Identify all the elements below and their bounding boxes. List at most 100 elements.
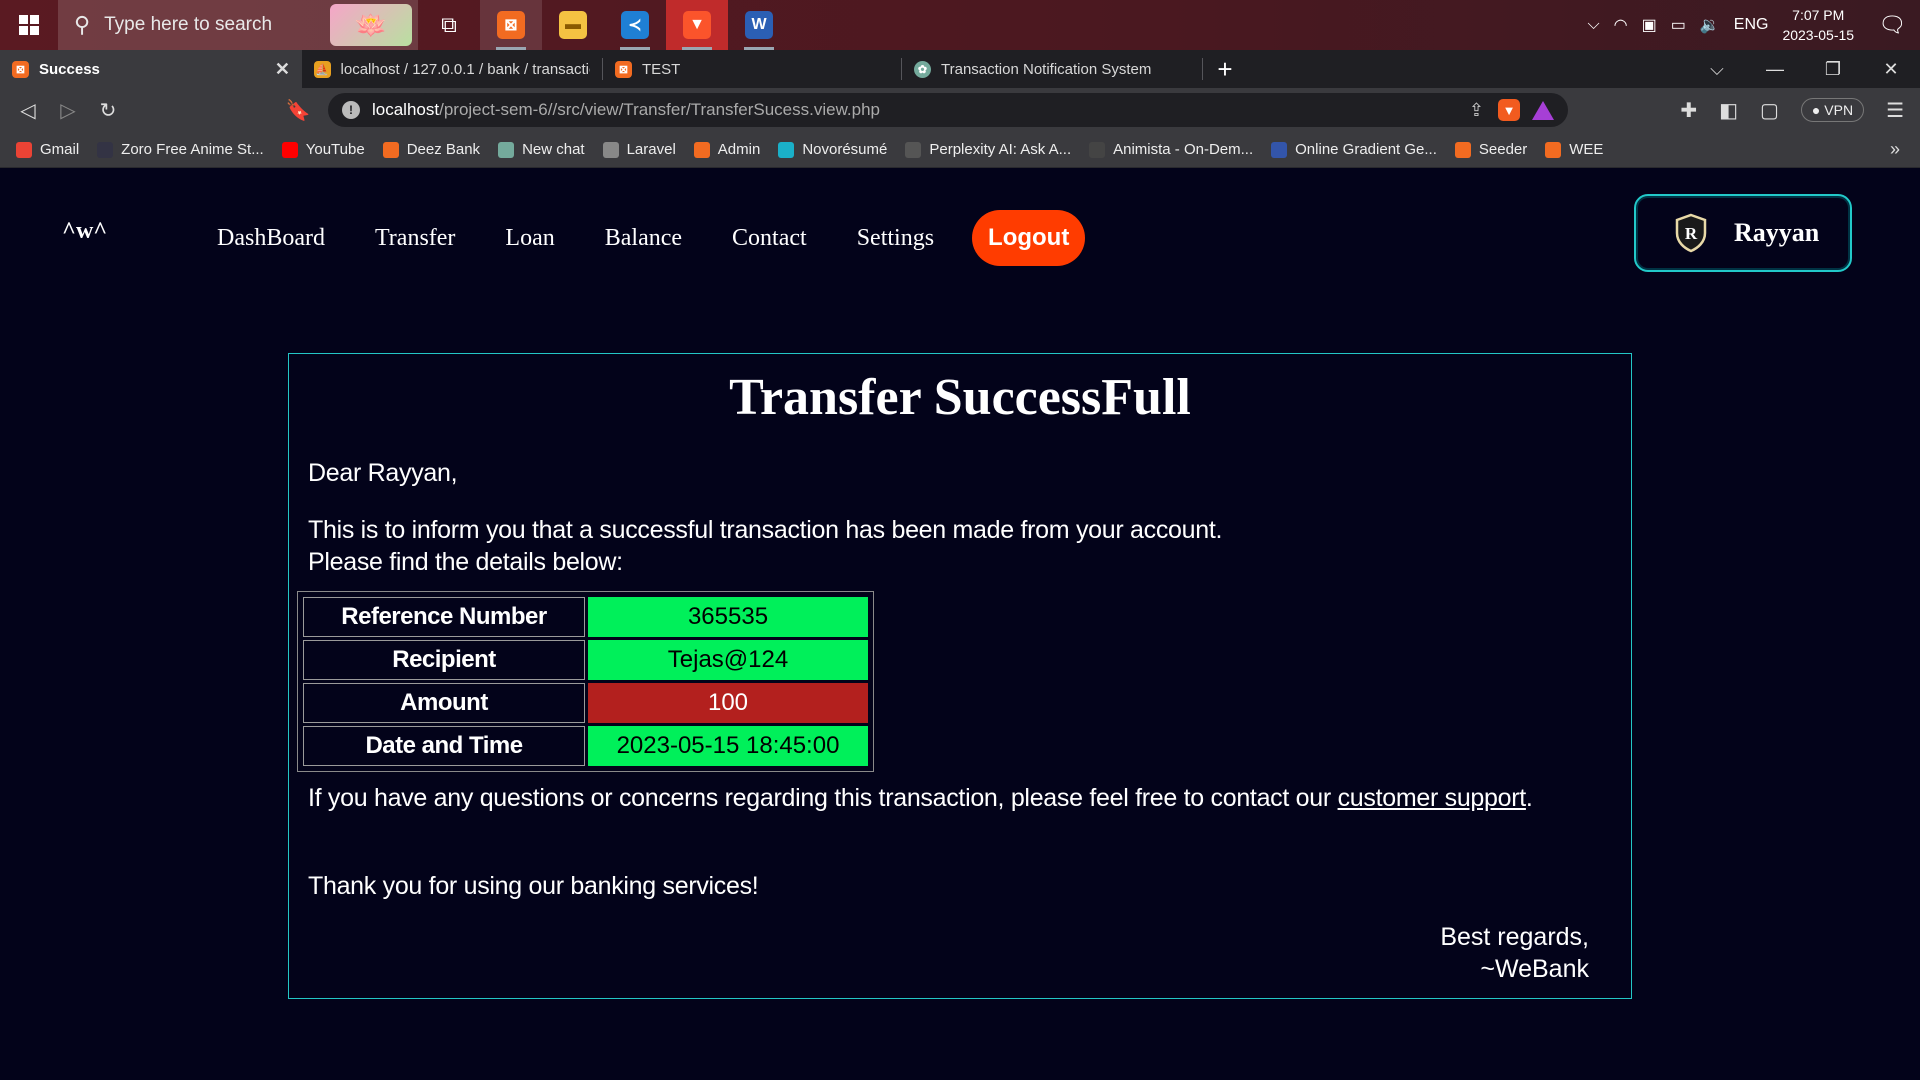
nav-loan[interactable]: Loan bbox=[505, 225, 554, 252]
nav-transfer[interactable]: Transfer bbox=[375, 225, 455, 252]
bookmark-favicon-icon bbox=[1089, 141, 1106, 158]
tab-test[interactable]: ⊠ TEST bbox=[603, 50, 901, 88]
bookmark-item[interactable]: Gmail bbox=[16, 141, 79, 158]
bookmark-item[interactable]: Animista - On-Dem... bbox=[1089, 141, 1253, 158]
bookmark-label: Zoro Free Anime St... bbox=[121, 141, 264, 158]
customer-support-link[interactable]: customer support bbox=[1338, 784, 1527, 812]
taskbar-vscode[interactable]: ≺ bbox=[604, 0, 666, 50]
detail-key: Date and Time bbox=[303, 726, 585, 766]
url-input[interactable]: ! localhost /project-sem-6//src/view/Tra… bbox=[328, 93, 1568, 127]
new-tab-button[interactable]: + bbox=[1203, 50, 1247, 88]
tab-search-chevron-icon[interactable]: ⌵ bbox=[1688, 59, 1746, 80]
site-info-icon[interactable]: ! bbox=[342, 101, 360, 119]
tab-success[interactable]: ⊠ Success ✕ bbox=[0, 50, 302, 88]
webpage: ^w^ DashBoard Transfer Loan Balance Cont… bbox=[0, 168, 1920, 1080]
bookmark-label: Animista - On-Dem... bbox=[1113, 141, 1254, 158]
bookmark-item[interactable]: Seeder bbox=[1454, 141, 1527, 158]
share-icon[interactable]: ⇪ bbox=[1469, 100, 1484, 121]
bookmark-item[interactable]: Perplexity AI: Ask A... bbox=[905, 141, 1071, 158]
bookmark-item[interactable]: Zoro Free Anime St... bbox=[97, 141, 264, 158]
brave-shields-icon[interactable]: ▼ bbox=[1498, 99, 1520, 121]
greeting-text: Dear Rayyan, bbox=[308, 459, 458, 487]
vscode-icon: ≺ bbox=[621, 11, 649, 39]
vpn-label: VPN bbox=[1824, 102, 1854, 118]
tab-label: Success bbox=[39, 60, 100, 78]
xampp-icon: ⊠ bbox=[497, 11, 525, 39]
vpn-button[interactable]: ● VPN bbox=[1800, 98, 1865, 122]
taskbar-search[interactable]: ⚲ Type here to search 🪷 bbox=[58, 0, 418, 50]
bookmark-favicon-icon bbox=[498, 141, 515, 158]
clock[interactable]: 7:07 PM 2023-05-15 bbox=[1782, 5, 1854, 45]
address-toolbar: ◁ ▷ ↻ 🔖 ! localhost /project-sem-6//src/… bbox=[0, 88, 1920, 132]
brave-lion-icon: ▼ bbox=[683, 11, 711, 39]
bookmark-favicon-icon bbox=[693, 141, 710, 158]
taskbar-xampp[interactable]: ⊠ bbox=[480, 0, 542, 50]
close-tab-icon[interactable]: ✕ bbox=[275, 59, 290, 80]
windows-taskbar: ⚲ Type here to search 🪷 ⧉ ⊠ ▬ ≺ ▼ W ⌵ ◠ … bbox=[0, 0, 1920, 50]
sidebar-icon[interactable]: ◧ bbox=[1719, 98, 1738, 123]
bookmark-item[interactable]: WEE bbox=[1545, 141, 1603, 158]
wallet-icon[interactable]: ▢ bbox=[1760, 98, 1779, 123]
user-profile-button[interactable]: R Rayyan bbox=[1634, 194, 1852, 272]
table-row: Recipient Tejas@124 bbox=[303, 640, 868, 680]
minimize-icon[interactable]: — bbox=[1746, 59, 1804, 80]
menu-icon[interactable]: ☰ bbox=[1886, 98, 1904, 123]
detail-key: Recipient bbox=[303, 640, 585, 680]
bank-signature: ~WeBank bbox=[1480, 955, 1589, 983]
task-view-button[interactable]: ⧉ bbox=[418, 0, 480, 50]
taskbar-search-placeholder: Type here to search bbox=[104, 14, 273, 35]
battery-icon[interactable]: ▭ bbox=[1671, 15, 1686, 35]
meet-now-icon[interactable]: ▣ bbox=[1642, 15, 1657, 35]
start-button[interactable] bbox=[0, 0, 58, 50]
close-window-icon[interactable]: ✕ bbox=[1862, 59, 1920, 80]
taskbar-file-explorer[interactable]: ▬ bbox=[542, 0, 604, 50]
extensions-icon[interactable]: ✚ bbox=[1680, 98, 1697, 123]
taskbar-brave[interactable]: ▼ bbox=[666, 0, 728, 50]
reload-icon[interactable]: ↻ bbox=[88, 98, 128, 123]
back-icon[interactable]: ◁ bbox=[8, 98, 48, 123]
site-logo[interactable]: ^w^ bbox=[62, 218, 107, 245]
tab-transaction-notification[interactable]: ✿ Transaction Notification System bbox=[902, 50, 1202, 88]
table-row: Date and Time 2023-05-15 18:45:00 bbox=[303, 726, 868, 766]
bookmark-item[interactable]: Admin bbox=[693, 141, 760, 158]
bookmark-item[interactable]: YouTube bbox=[281, 141, 365, 158]
bookmark-item[interactable]: New chat bbox=[498, 141, 585, 158]
bookmark-item[interactable]: Novorésumé bbox=[778, 141, 887, 158]
logout-button[interactable]: Logout bbox=[972, 210, 1086, 266]
browser-tab-strip: ⊠ Success ✕ ⛵ localhost / 127.0.0.1 / ba… bbox=[0, 50, 1920, 88]
forward-icon[interactable]: ▷ bbox=[48, 98, 88, 123]
nav-settings[interactable]: Settings bbox=[857, 225, 934, 252]
more-bookmarks-icon[interactable]: » bbox=[1890, 139, 1900, 160]
bookmark-icon[interactable]: 🔖 bbox=[278, 98, 318, 123]
bookmark-item[interactable]: Online Gradient Ge... bbox=[1271, 141, 1437, 158]
nav-dashboard[interactable]: DashBoard bbox=[217, 225, 325, 252]
bookmark-favicon-icon bbox=[1271, 141, 1288, 158]
main-nav: DashBoard Transfer Loan Balance Contact … bbox=[217, 210, 1086, 266]
questions-text: If you have any questions or concerns re… bbox=[308, 782, 1618, 814]
user-name: Rayyan bbox=[1734, 218, 1820, 247]
taskbar-word[interactable]: W bbox=[728, 0, 790, 50]
xampp-favicon-icon: ⊠ bbox=[12, 60, 29, 78]
detail-value-datetime: 2023-05-15 18:45:00 bbox=[588, 726, 868, 766]
xampp-favicon-icon: ⊠ bbox=[615, 60, 632, 78]
chevron-up-icon[interactable]: ⌵ bbox=[1587, 16, 1599, 34]
detail-value-recipient: Tejas@124 bbox=[588, 640, 868, 680]
language-indicator[interactable]: ENG bbox=[1734, 16, 1769, 34]
word-icon: W bbox=[745, 11, 773, 39]
tab-phpmyadmin[interactable]: ⛵ localhost / 127.0.0.1 / bank / transac… bbox=[302, 50, 602, 88]
nav-contact[interactable]: Contact bbox=[732, 225, 807, 252]
bookmark-item[interactable]: Laravel bbox=[602, 141, 676, 158]
wifi-icon[interactable]: ◠ bbox=[1614, 15, 1628, 35]
notification-icon[interactable]: 🗨 bbox=[1878, 12, 1906, 38]
restore-icon[interactable]: ❐ bbox=[1804, 59, 1862, 80]
tab-label: Transaction Notification System bbox=[941, 60, 1152, 78]
nav-balance[interactable]: Balance bbox=[605, 225, 682, 252]
brave-rewards-icon[interactable] bbox=[1532, 100, 1554, 120]
clock-time: 7:07 PM bbox=[1792, 7, 1845, 23]
lotus-search-highlight-icon: 🪷 bbox=[330, 4, 412, 46]
questions-prefix: If you have any questions or concerns re… bbox=[308, 784, 1338, 812]
url-path: /project-sem-6//src/view/Transfer/Transf… bbox=[439, 100, 880, 119]
bookmark-label: WEE bbox=[1569, 141, 1604, 158]
volume-icon[interactable]: 🔉 bbox=[1700, 15, 1720, 35]
bookmark-item[interactable]: Deez Bank bbox=[382, 141, 480, 158]
